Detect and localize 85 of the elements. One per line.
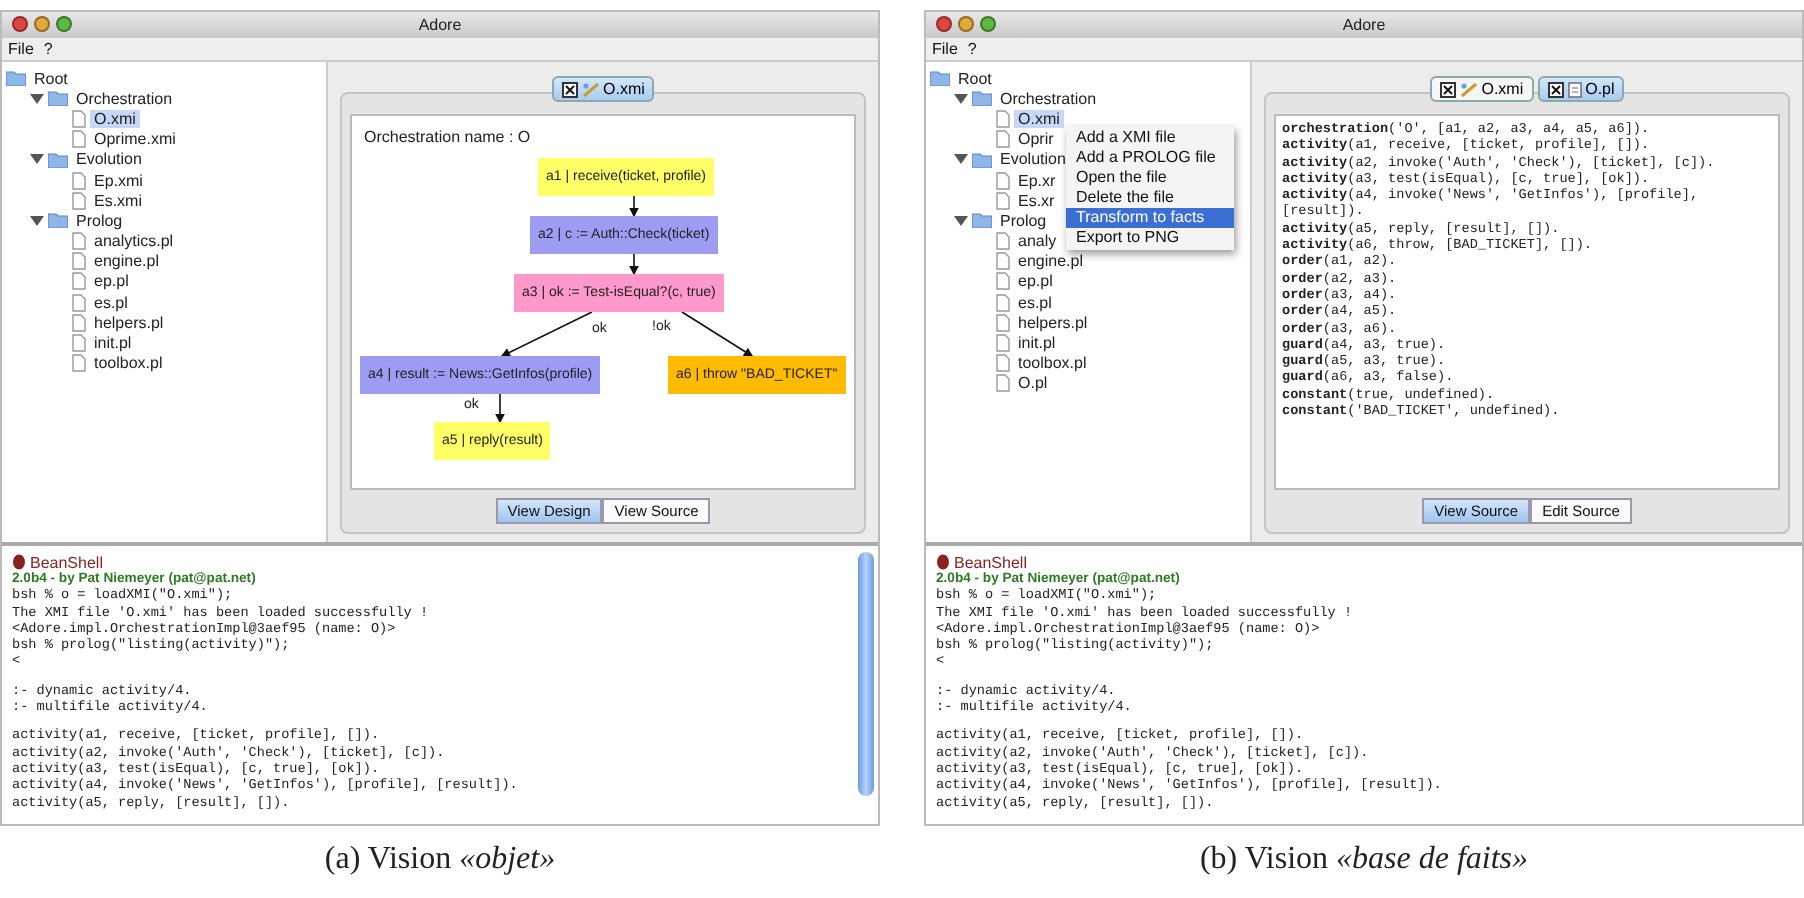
context-menu-item[interactable]: Export to PNG: [1066, 228, 1234, 248]
arrow: [629, 253, 639, 276]
tree-item[interactable]: O.pl: [1014, 374, 1052, 393]
disclosure-triangle-icon[interactable]: [954, 213, 968, 228]
menu-item[interactable]: ?: [43, 40, 53, 58]
tree-item[interactable]: es.pl: [1014, 293, 1056, 312]
console-title: BeanShell: [30, 553, 103, 571]
editor-tab[interactable]: O.pl: [1537, 76, 1625, 102]
context-menu-item[interactable]: Add a XMI file: [1066, 128, 1234, 148]
tree-item[interactable]: toolbox.pl: [90, 354, 167, 373]
folder-icon: [48, 212, 68, 229]
arrow: [681, 311, 754, 357]
folder-icon: [972, 212, 992, 229]
scrollbar-thumb[interactable]: [858, 552, 874, 796]
disclosure-triangle-icon[interactable]: [30, 91, 44, 106]
tree-item[interactable]: init.pl: [90, 334, 136, 353]
close-icon[interactable]: [561, 81, 578, 97]
folder-icon: [48, 151, 68, 168]
tree-item[interactable]: init.pl: [1014, 334, 1060, 353]
minimize-button[interactable]: [34, 16, 50, 32]
tree-item[interactable]: Prolog: [996, 211, 1051, 230]
folder-icon: [930, 70, 950, 87]
folder-icon: [972, 151, 992, 168]
tree-item[interactable]: Es.xr: [1014, 191, 1059, 210]
menu-item[interactable]: File: [8, 40, 34, 58]
zoom-button[interactable]: [980, 16, 996, 32]
menu-item[interactable]: File: [932, 40, 958, 58]
tree-item[interactable]: Root: [954, 69, 996, 88]
folder-icon: [972, 90, 992, 107]
diagram-title: Orchestration name : O: [364, 128, 531, 146]
minimize-button[interactable]: [958, 16, 974, 32]
disclosure-triangle-icon[interactable]: [30, 152, 44, 167]
tree-item[interactable]: Evolution: [996, 150, 1070, 169]
tree-item[interactable]: Orchestration: [72, 89, 177, 108]
tree-item[interactable]: Oprir: [1014, 130, 1058, 149]
close-icon[interactable]: [1439, 81, 1456, 97]
tree-item[interactable]: helpers.pl: [90, 313, 168, 332]
tree-item[interactable]: Root: [30, 69, 72, 88]
figure-caption: (a) Vision «objet»: [322, 842, 558, 878]
menu-item[interactable]: ?: [967, 40, 977, 58]
tree-item[interactable]: O.xmi: [90, 109, 140, 128]
tree-item[interactable]: analytics.pl: [90, 232, 178, 251]
editor-tab[interactable]: O.xmi: [1429, 76, 1534, 102]
tree-item[interactable]: es.pl: [90, 293, 132, 312]
disclosure-triangle-icon[interactable]: [954, 91, 968, 106]
arrow: [629, 195, 639, 218]
folder-icon: [48, 90, 68, 107]
close-button[interactable]: [12, 16, 28, 32]
arrow: [495, 393, 505, 424]
figure-caption: (b) Vision «base de faits»: [1197, 842, 1531, 878]
zoom-button[interactable]: [56, 16, 72, 32]
tree-item[interactable]: engine.pl: [1014, 252, 1087, 271]
bean-icon: [12, 554, 26, 570]
tree-item[interactable]: toolbox.pl: [1014, 354, 1091, 373]
window-title: Adore: [1342, 16, 1386, 34]
editor-tab[interactable]: O.xmi: [551, 76, 655, 102]
arrow: [500, 311, 593, 357]
tree-item[interactable]: Es.xmi: [90, 191, 146, 210]
tree-item[interactable]: Orchestration: [996, 89, 1101, 108]
window-title: Adore: [418, 16, 462, 34]
tree-item[interactable]: analy: [1014, 232, 1061, 251]
tree-item[interactable]: ep.pl: [90, 272, 133, 291]
tree-item[interactable]: helpers.pl: [1014, 313, 1092, 332]
tree-item[interactable]: engine.pl: [90, 252, 163, 271]
tree-item[interactable]: Oprime.xmi: [90, 130, 180, 149]
document-icon: [1567, 81, 1582, 97]
context-menu-item[interactable]: Open the file: [1066, 168, 1234, 188]
context-menu-item[interactable]: Add a PROLOG file: [1066, 148, 1234, 168]
tree-item[interactable]: Prolog: [72, 211, 127, 230]
tree-item[interactable]: O.xmi: [1014, 109, 1064, 128]
bean-icon: [936, 554, 950, 570]
diagram-icon: [581, 81, 600, 97]
context-menu-item[interactable]: Delete the file: [1066, 188, 1234, 208]
close-icon[interactable]: [1547, 81, 1564, 97]
diagram-icon: [1459, 81, 1478, 97]
disclosure-triangle-icon[interactable]: [954, 152, 968, 167]
context-menu-item[interactable]: Transform to facts: [1066, 208, 1234, 228]
tree-item[interactable]: Evolution: [72, 150, 146, 169]
tree-item[interactable]: Ep.xmi: [90, 171, 147, 190]
disclosure-triangle-icon[interactable]: [30, 213, 44, 228]
tree-item[interactable]: ep.pl: [1014, 272, 1057, 291]
folder-icon: [6, 70, 26, 87]
close-button[interactable]: [936, 16, 952, 32]
console-title: BeanShell: [954, 553, 1027, 571]
tree-item[interactable]: Ep.xr: [1014, 171, 1060, 190]
